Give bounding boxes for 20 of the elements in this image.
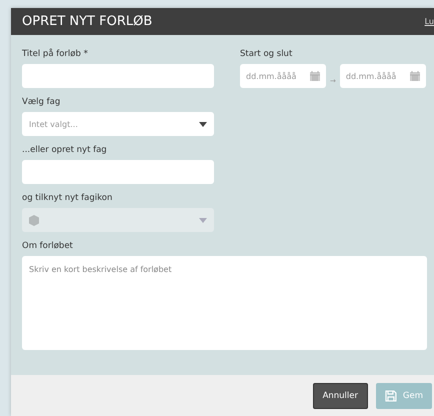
calendar-icon	[410, 71, 420, 81]
subject-dropdown[interactable]: Intet valgt...	[22, 112, 214, 136]
close-link[interactable]: Lu	[424, 17, 434, 26]
field-label: ...eller opret nyt fag	[22, 145, 108, 155]
field-label: Vælg fag	[22, 97, 62, 107]
title-input-field[interactable]	[22, 64, 214, 88]
description-text-area[interactable]: Skriv en kort beskrivelse af forløbet	[22, 256, 427, 350]
caret-icon	[199, 218, 207, 222]
calendar-icon	[310, 71, 320, 81]
field-label: Titel på forløb *	[22, 49, 89, 59]
new-subject-input-field[interactable]	[22, 160, 214, 184]
caret-icon	[199, 122, 207, 126]
dialog-title: OPRET NYT FORLØB	[22, 14, 152, 29]
field-label: og tilknyt nyt fagikon	[22, 193, 114, 203]
field-label: Start og slut	[240, 49, 294, 59]
cancel-button[interactable]: Annuller	[312, 382, 368, 408]
start-date-field[interactable]: dd.mm.åååå	[240, 64, 326, 88]
cube-icon	[29, 214, 39, 226]
end-date-field[interactable]: dd.mm.åååå	[340, 64, 426, 88]
field-label: Om forløbet	[22, 241, 74, 251]
